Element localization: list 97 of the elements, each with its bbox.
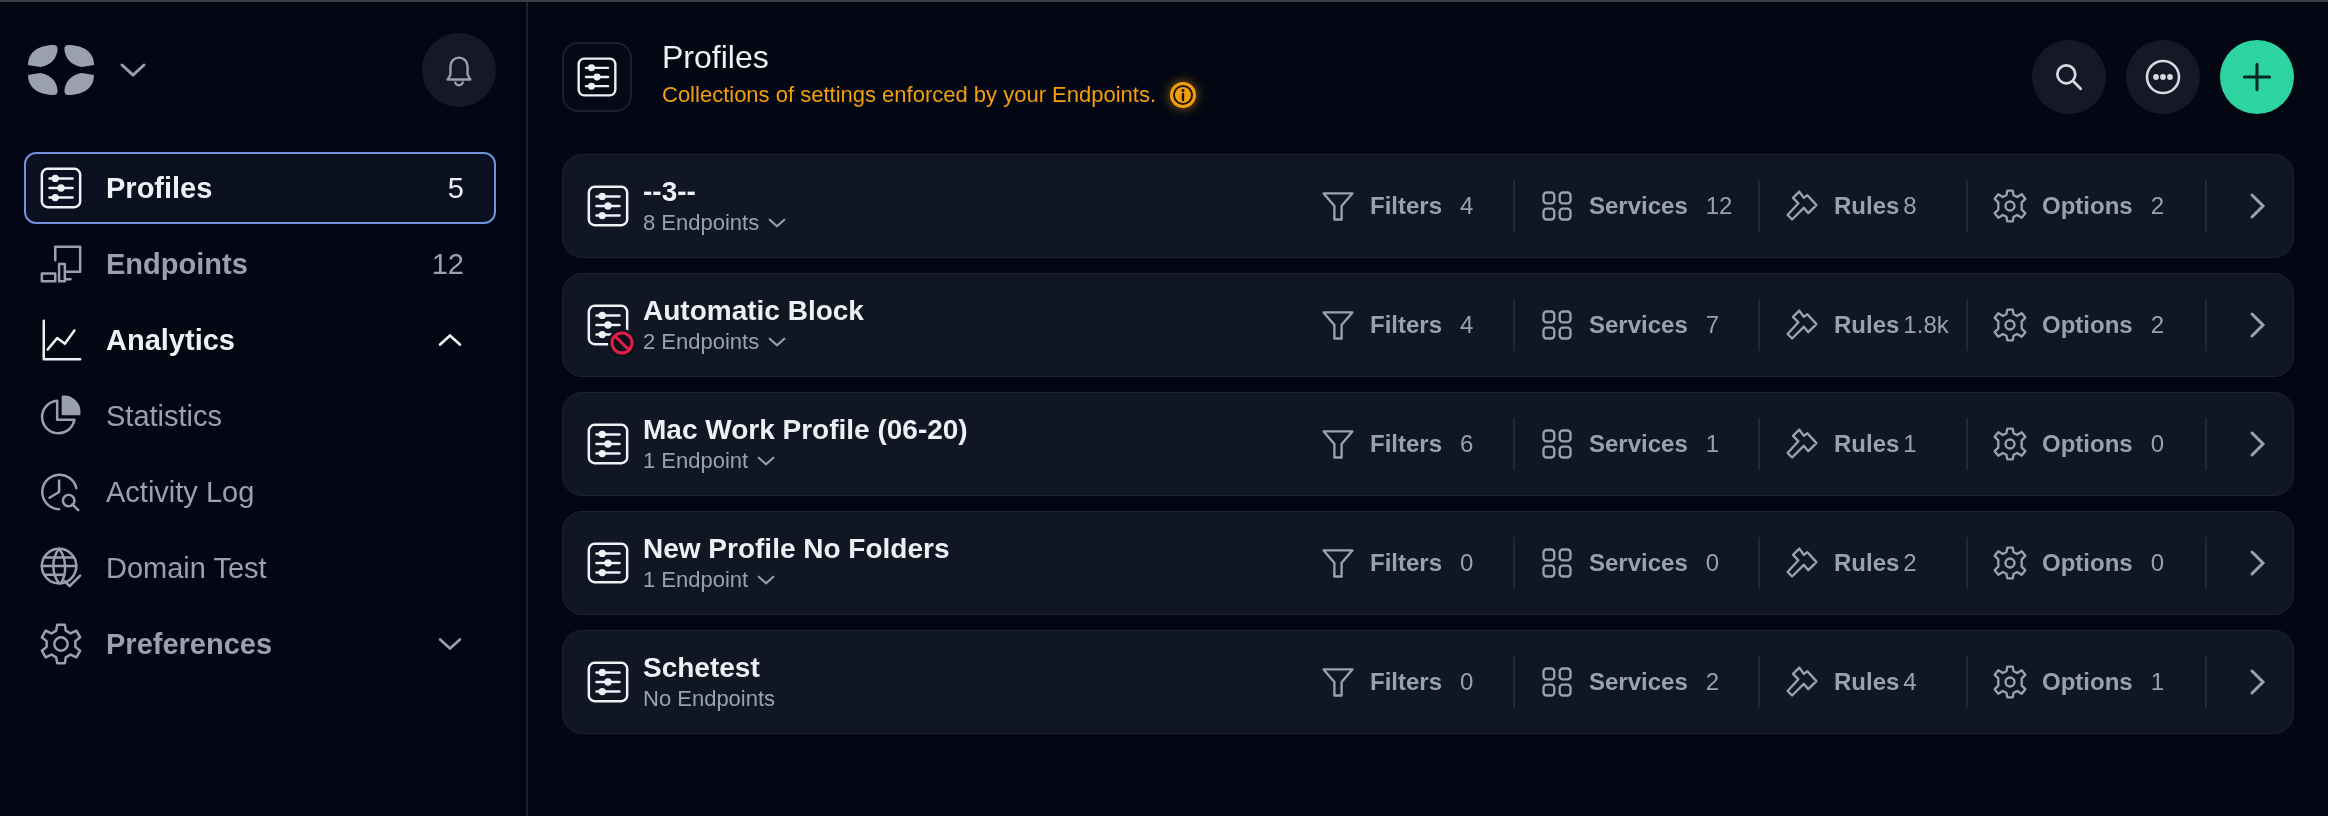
- sliders-icon: [585, 302, 631, 348]
- nav-item[interactable]: Preferences: [24, 608, 496, 680]
- settings-icon: [1992, 307, 2028, 343]
- stat-count: 0: [1460, 549, 1474, 577]
- stat-count: 6: [1460, 430, 1474, 458]
- sliders-icon: [585, 421, 631, 467]
- grid-icon: [1539, 664, 1575, 700]
- settings-icon: [1992, 664, 2028, 700]
- stat-label: Rules: [1834, 549, 1900, 577]
- nav-item[interactable]: Activity Log: [24, 456, 496, 528]
- stat-count: 4: [1903, 668, 1917, 696]
- stat-count: 2: [2150, 311, 2164, 339]
- hammer-icon: [1784, 188, 1820, 224]
- sliders-icon: [585, 540, 631, 586]
- hammer-icon: [1784, 545, 1820, 581]
- count: 5: [447, 171, 464, 205]
- chevron-down-icon: [436, 635, 464, 653]
- grid-icon: [1539, 426, 1575, 462]
- nav-item[interactable]: Domain Test: [24, 532, 496, 604]
- settings-icon: [1992, 188, 2028, 224]
- endpoints-count: No Endpoints: [643, 686, 776, 712]
- stat-count: 7: [1705, 311, 1720, 339]
- stat-count: 1.8k: [1903, 311, 1949, 339]
- stat-label: Options: [2042, 549, 2133, 577]
- sliders-icon: [585, 659, 631, 705]
- count: 12: [431, 247, 464, 281]
- more-icon: [2143, 57, 2183, 97]
- stat-count: 4: [1460, 311, 1474, 339]
- profile-row[interactable]: --3-- 8 Endpoints Filters 4 Services 12 Rules 8 Options 2: [562, 154, 2294, 258]
- stat-count: 1: [1903, 430, 1917, 458]
- stat-label: Filters: [1370, 192, 1443, 220]
- endpoints-dropdown[interactable]: 8 Endpoints: [643, 210, 788, 236]
- stat-label: Rules: [1834, 311, 1900, 339]
- stat-label: Options: [2042, 311, 2133, 339]
- stat-label: Options: [2042, 668, 2133, 696]
- stat-count: 1: [1705, 430, 1720, 458]
- stat-label: Services: [1589, 311, 1688, 339]
- grid-icon: [1539, 307, 1575, 343]
- stat-count: 2: [1705, 668, 1720, 696]
- chevron-down-icon: [756, 454, 777, 468]
- chevron-down-icon: [767, 335, 788, 349]
- hammer-icon: [1784, 307, 1820, 343]
- profile-row[interactable]: New Profile No Folders 1 Endpoint Filters 0 Services 0 Rules 2 Options 0: [562, 511, 2294, 615]
- stat-label: Services: [1589, 192, 1688, 220]
- stat-count: 0: [1460, 668, 1474, 696]
- stat-label: Options: [2042, 430, 2133, 458]
- settings-icon: [38, 621, 84, 667]
- profile-name: Automatic Block: [643, 295, 864, 327]
- endpoints-dropdown[interactable]: 1 Endpoint: [643, 448, 777, 474]
- stat-label: Services: [1589, 668, 1688, 696]
- page-subtitle: Collections of settings enforced by your Endpoints.: [662, 81, 1157, 108]
- grid-icon: [1539, 188, 1575, 224]
- profile-name: Schetest: [643, 652, 760, 684]
- stat-label: Filters: [1370, 668, 1443, 696]
- settings-icon: [1992, 426, 2028, 462]
- stat-count: 2: [2150, 192, 2164, 220]
- hammer-icon: [1784, 426, 1820, 462]
- nav-item[interactable]: Endpoints 12: [24, 228, 496, 300]
- stat-label: Rules: [1834, 192, 1900, 220]
- nav-item[interactable]: Profiles 5: [24, 152, 496, 224]
- nav-item[interactable]: Statistics: [24, 380, 496, 452]
- profile-row[interactable]: Automatic Block 2 Endpoints Filters 4 Services 7 Rules 1.8k Options 2: [562, 273, 2294, 377]
- stat-count: 0: [2150, 549, 2164, 577]
- stat-label: Filters: [1370, 430, 1443, 458]
- profile-name: New Profile No Folders: [643, 533, 950, 565]
- chevron-down-icon: [756, 573, 777, 587]
- chevron-up-icon: [436, 331, 464, 349]
- sliders-icon: [38, 165, 84, 211]
- grid-icon: [1539, 545, 1575, 581]
- stat-count: 2: [1903, 549, 1917, 577]
- profile-name: --3--: [643, 176, 696, 208]
- stat-count: 1: [2150, 668, 2164, 696]
- hammer-icon: [1784, 664, 1820, 700]
- stat-label: Filters: [1370, 549, 1443, 577]
- stat-label: Options: [2042, 192, 2133, 220]
- sliders-icon: [585, 183, 631, 229]
- stat-count: 8: [1903, 192, 1917, 220]
- stat-count: 4: [1460, 192, 1474, 220]
- stat-label: Services: [1589, 549, 1688, 577]
- stat-label: Services: [1589, 430, 1688, 458]
- endpoints-dropdown[interactable]: 1 Endpoint: [643, 567, 777, 593]
- stat-count: 0: [2150, 430, 2164, 458]
- chevron-down-icon: [767, 216, 788, 230]
- nav-item[interactable]: Analytics: [24, 304, 496, 376]
- profile-name: Mac Work Profile (06-20): [643, 414, 968, 446]
- stat-label: Rules: [1834, 668, 1900, 696]
- stat-count: 12: [1705, 192, 1733, 220]
- endpoints-dropdown[interactable]: 2 Endpoints: [643, 329, 788, 355]
- info-icon[interactable]: [1168, 79, 1199, 110]
- sliders-icon: [575, 55, 619, 99]
- profile-row[interactable]: Schetest No Endpoints Filters 0 Services 2 Rules 4 Options 1: [562, 630, 2294, 734]
- stat-label: Filters: [1370, 311, 1443, 339]
- profile-row[interactable]: Mac Work Profile (06-20) 1 Endpoint Filters 6 Services 1 Rules 1 Options 0: [562, 392, 2294, 496]
- settings-icon: [1992, 545, 2028, 581]
- page-title: Profiles: [662, 38, 770, 76]
- stat-count: 0: [1705, 549, 1720, 577]
- stat-label: Rules: [1834, 430, 1900, 458]
